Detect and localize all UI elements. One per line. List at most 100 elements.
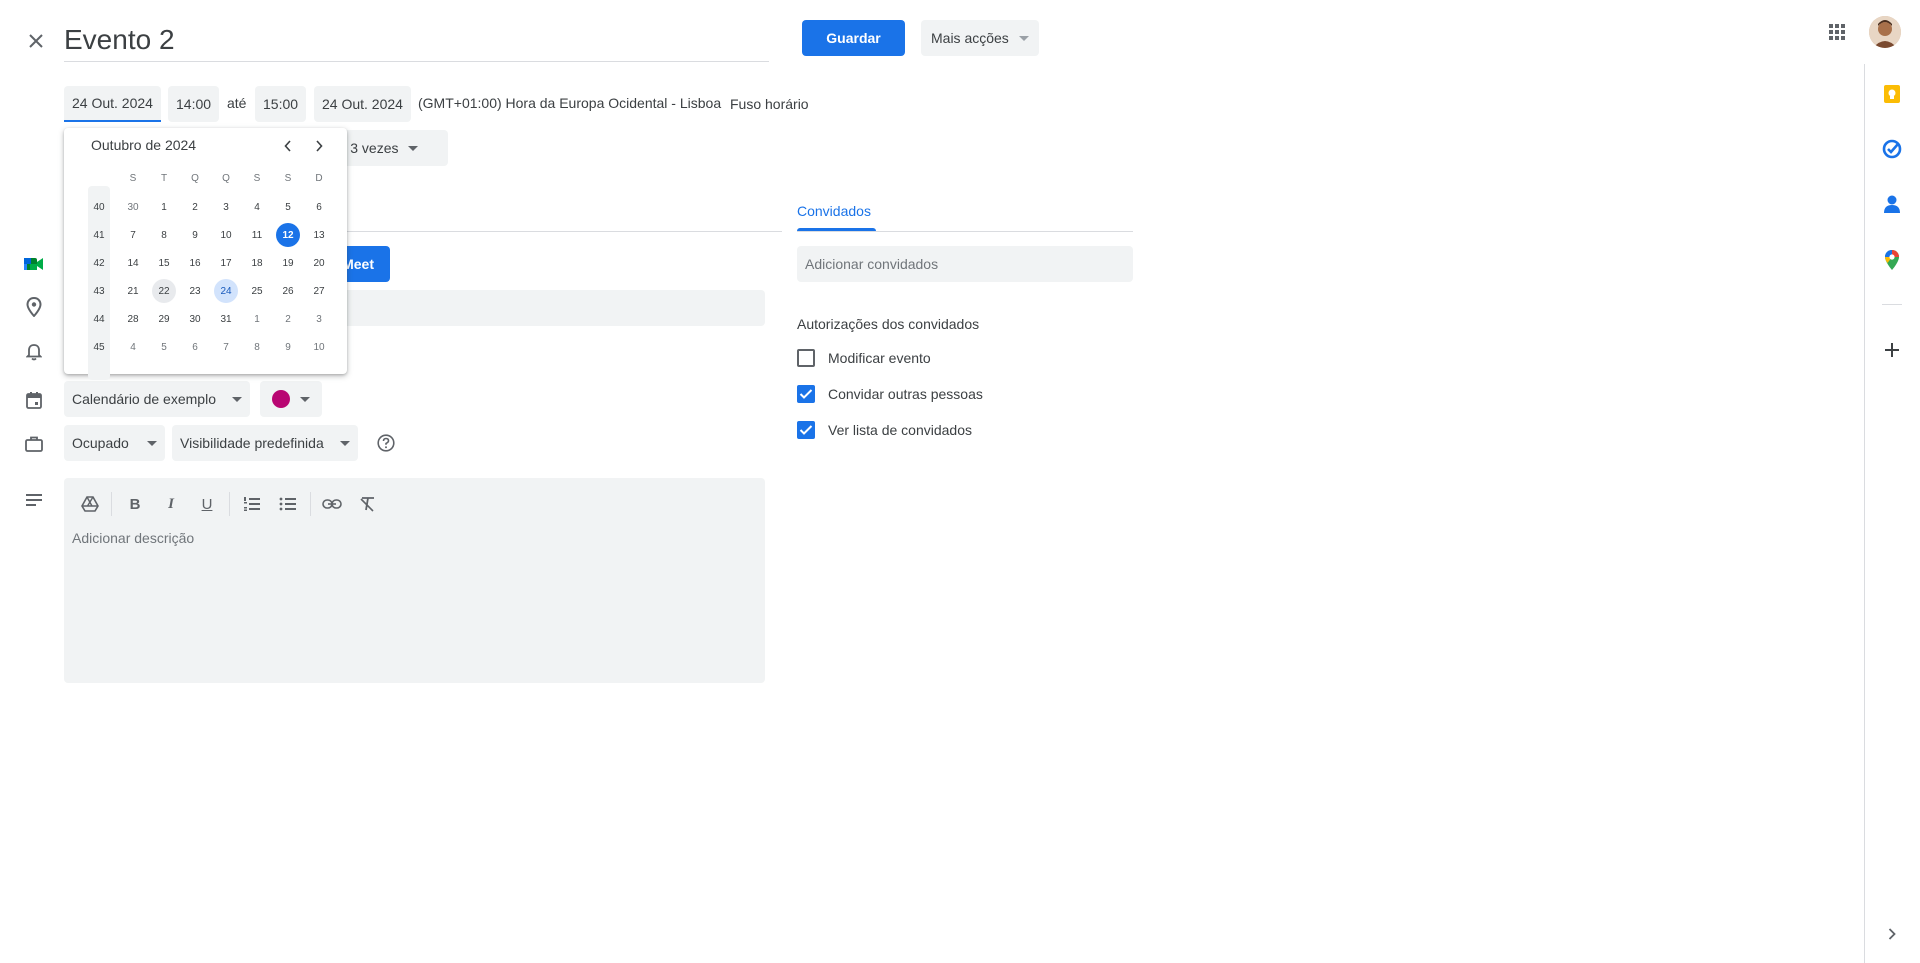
guest-permissions-title: Autorizações dos convidados (797, 316, 980, 332)
toolbar-separator (310, 492, 311, 516)
calendar-day[interactable]: 10 (214, 223, 238, 247)
add-addon-icon[interactable] (1878, 336, 1906, 364)
chevron-right-icon[interactable] (1878, 920, 1906, 948)
prev-month-button[interactable] (276, 134, 300, 158)
calendar-day[interactable]: 3 (214, 195, 238, 219)
calendar-day[interactable]: 29 (152, 307, 176, 331)
numbered-list-icon[interactable] (238, 490, 266, 518)
week-number: 42 (93, 257, 105, 269)
calendar-day[interactable]: 3 (307, 307, 331, 331)
calendar-day[interactable]: 28 (121, 307, 145, 331)
calendar-day[interactable]: 21 (121, 279, 145, 303)
calendar-day[interactable]: 5 (276, 195, 300, 219)
calendar-day[interactable]: 18 (245, 251, 269, 275)
bulleted-list-icon[interactable] (274, 490, 302, 518)
timezone-link[interactable]: Fuso horário (730, 96, 809, 112)
weekday-header: S (284, 172, 292, 184)
tasks-icon[interactable] (1878, 135, 1906, 163)
add-guests-placeholder: Adicionar convidados (805, 256, 939, 272)
italic-icon[interactable]: I (157, 490, 185, 518)
drive-icon[interactable] (76, 490, 104, 518)
calendar-day[interactable]: 30 (183, 307, 207, 331)
link-icon[interactable] (318, 490, 346, 518)
calendar-day[interactable]: 15 (152, 251, 176, 275)
keep-icon[interactable] (1878, 80, 1906, 108)
chevron-down-icon (231, 396, 242, 402)
weekday-header: Q (191, 172, 199, 184)
help-icon[interactable] (373, 430, 399, 456)
description-placeholder: Adicionar descrição (72, 530, 195, 546)
calendar-day[interactable]: 8 (152, 223, 176, 247)
calendar-select-label: Calendário de exemplo (72, 391, 216, 407)
calendar-day[interactable]: 24 (214, 279, 238, 303)
add-guests-input[interactable]: Adicionar convidados (797, 246, 1133, 282)
end-time-field[interactable]: 15:00 (255, 86, 307, 122)
title-input[interactable]: Evento 2 (64, 20, 769, 62)
calendar-day[interactable]: 7 (214, 335, 238, 359)
calendar-day[interactable]: 23 (183, 279, 207, 303)
calendar-day[interactable]: 8 (245, 335, 269, 359)
calendar-day[interactable]: 9 (276, 335, 300, 359)
calendar-day[interactable]: 25 (245, 279, 269, 303)
calendar-day[interactable]: 6 (183, 335, 207, 359)
next-month-button[interactable] (307, 134, 331, 158)
start-date-field[interactable]: 24 Out. 2024 (64, 86, 161, 122)
calendar-day[interactable]: 22 (152, 279, 176, 303)
calendar-day[interactable]: 27 (307, 279, 331, 303)
calendar-day[interactable]: 2 (183, 195, 207, 219)
calendar-day[interactable]: 30 (121, 195, 145, 219)
checkbox-invite-others[interactable] (797, 385, 815, 403)
calendar-day[interactable]: 12 (276, 223, 300, 247)
weekday-header: T (160, 172, 168, 184)
until-label: até (227, 95, 247, 111)
clear-formatting-icon[interactable] (354, 490, 382, 518)
calendar-day[interactable]: 19 (276, 251, 300, 275)
calendar-day[interactable]: 14 (121, 251, 145, 275)
calendar-icon (22, 388, 46, 412)
calendar-day[interactable]: 17 (214, 251, 238, 275)
start-time-field[interactable]: 14:00 (168, 86, 220, 122)
calendar-day[interactable]: 20 (307, 251, 331, 275)
calendar-day[interactable]: 1 (152, 195, 176, 219)
checkbox-see-guest-list[interactable] (797, 421, 815, 439)
check-icon (799, 425, 813, 435)
more-actions-button[interactable]: Mais acções (921, 20, 1039, 56)
avatar[interactable] (1869, 16, 1901, 48)
weekday-header: Q (222, 172, 230, 184)
calendar-day[interactable]: 2 (276, 307, 300, 331)
calendar-day[interactable]: 31 (214, 307, 238, 331)
color-swatch (272, 390, 290, 408)
calendar-day[interactable]: 1 (245, 307, 269, 331)
calendar-day[interactable]: 16 (183, 251, 207, 275)
date-picker-month-label: Outubro de 2024 (91, 137, 197, 153)
save-button[interactable]: Guardar (802, 20, 905, 56)
end-date-field[interactable]: 24 Out. 2024 (314, 86, 411, 122)
calendar-day[interactable]: 26 (276, 279, 300, 303)
underline-icon[interactable]: U (193, 490, 221, 518)
calendar-day[interactable]: 5 (152, 335, 176, 359)
maps-icon[interactable] (1878, 246, 1906, 274)
close-icon[interactable] (22, 27, 50, 55)
tab-guests[interactable]: Convidados (797, 203, 871, 219)
calendar-day[interactable]: 13 (307, 223, 331, 247)
visibility-select[interactable]: Visibilidade predefinida (172, 425, 358, 461)
calendar-select[interactable]: Calendário de exemplo (64, 381, 250, 417)
calendar-day[interactable]: 11 (245, 223, 269, 247)
apps-grid-icon[interactable] (1823, 18, 1851, 46)
availability-label: Ocupado (72, 435, 129, 451)
calendar-day[interactable]: 4 (245, 195, 269, 219)
weekday-header: D (315, 172, 323, 184)
calendar-day[interactable]: 6 (307, 195, 331, 219)
color-select[interactable] (260, 381, 322, 417)
bold-icon[interactable]: B (121, 490, 149, 518)
contacts-icon[interactable] (1878, 190, 1906, 218)
week-number: 45 (93, 341, 105, 353)
timezone-label: (GMT+01:00) Hora da Europa Ocidental - L… (418, 95, 722, 111)
calendar-day[interactable]: 10 (307, 335, 331, 359)
calendar-day[interactable]: 7 (121, 223, 145, 247)
checkbox-modify-event[interactable] (797, 349, 815, 367)
calendar-day[interactable]: 9 (183, 223, 207, 247)
week-number: 43 (93, 285, 105, 297)
calendar-day[interactable]: 4 (121, 335, 145, 359)
availability-select[interactable]: Ocupado (64, 425, 165, 461)
